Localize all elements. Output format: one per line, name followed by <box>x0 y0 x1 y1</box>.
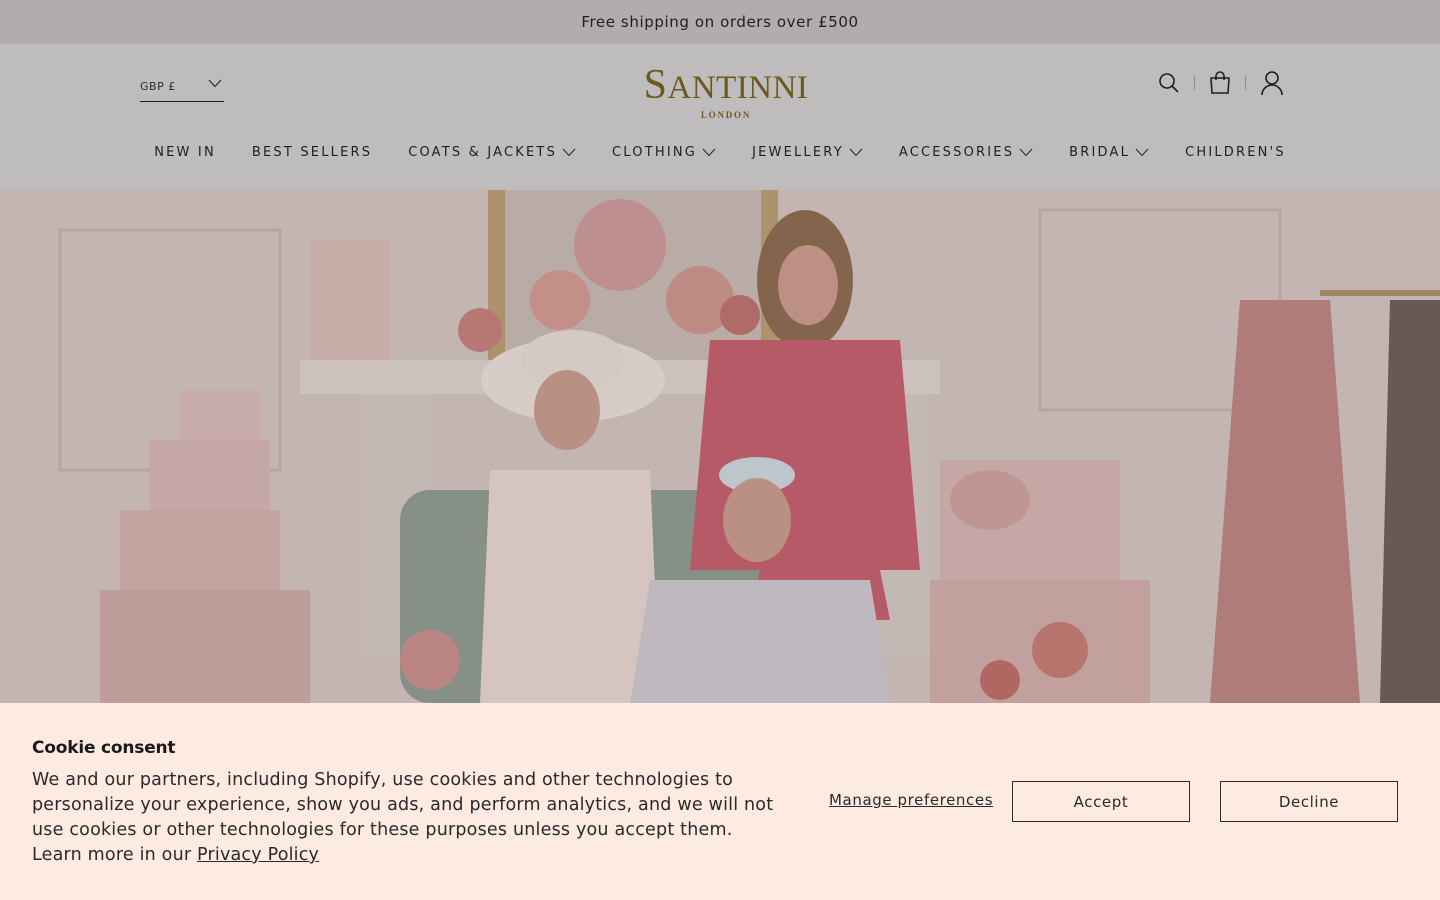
divider <box>1245 76 1246 90</box>
currency-value: GBP £ <box>140 80 176 93</box>
chevron-down-icon <box>1019 148 1033 157</box>
manage-preferences-link[interactable]: Manage preferences <box>829 791 993 809</box>
nav-item-bridal[interactable]: BRIDAL <box>1069 145 1149 160</box>
header-icons <box>1158 70 1284 96</box>
nav-item-best-sellers[interactable]: BEST SELLERS <box>252 145 372 160</box>
chevron-down-icon <box>1135 148 1149 157</box>
logo-wordmark: SANTINNI <box>643 62 809 108</box>
chevron-down-icon <box>562 148 576 157</box>
account-icon[interactable] <box>1260 70 1284 96</box>
nav-item-childrens[interactable]: CHILDREN'S <box>1185 145 1286 160</box>
currency-selector[interactable]: GBP £ <box>140 77 224 102</box>
cookie-text: We and our partners, including Shopify, … <box>32 770 774 865</box>
nav-item-coats-jackets[interactable]: COATS & JACKETS <box>408 145 576 160</box>
privacy-policy-link[interactable]: Privacy Policy <box>197 845 319 865</box>
search-icon[interactable] <box>1158 72 1180 94</box>
announcement-bar: Free shipping on orders over £500 <box>0 0 1440 44</box>
cookie-title: Cookie consent <box>32 738 176 758</box>
accept-button[interactable]: Accept <box>1012 781 1190 822</box>
bag-icon[interactable] <box>1209 71 1231 95</box>
decline-button[interactable]: Decline <box>1220 781 1398 822</box>
nav-item-clothing[interactable]: CLOTHING <box>612 145 716 160</box>
hero-image <box>0 190 1440 703</box>
nav-item-new-in[interactable]: NEW IN <box>154 145 216 160</box>
chevron-down-icon <box>208 79 222 88</box>
logo-subtitle: LONDON <box>700 110 752 120</box>
nav-item-jewellery[interactable]: JEWELLERY <box>752 145 863 160</box>
chevron-down-icon <box>702 148 716 157</box>
main-nav: NEW IN BEST SELLERS COATS & JACKETS CLOT… <box>0 145 1440 160</box>
site-header: GBP £ SANTINNI LONDON NEW IN BEST SELLER… <box>0 44 1440 190</box>
hero-banner[interactable] <box>0 190 1440 703</box>
announcement-text: Free shipping on orders over £500 <box>581 13 859 31</box>
nav-item-accessories[interactable]: ACCESSORIES <box>899 145 1033 160</box>
chevron-down-icon <box>849 148 863 157</box>
divider <box>1194 76 1195 90</box>
logo[interactable]: SANTINNI LONDON <box>642 64 810 120</box>
cookie-consent-banner: Cookie consent We and our partners, incl… <box>0 703 1440 900</box>
